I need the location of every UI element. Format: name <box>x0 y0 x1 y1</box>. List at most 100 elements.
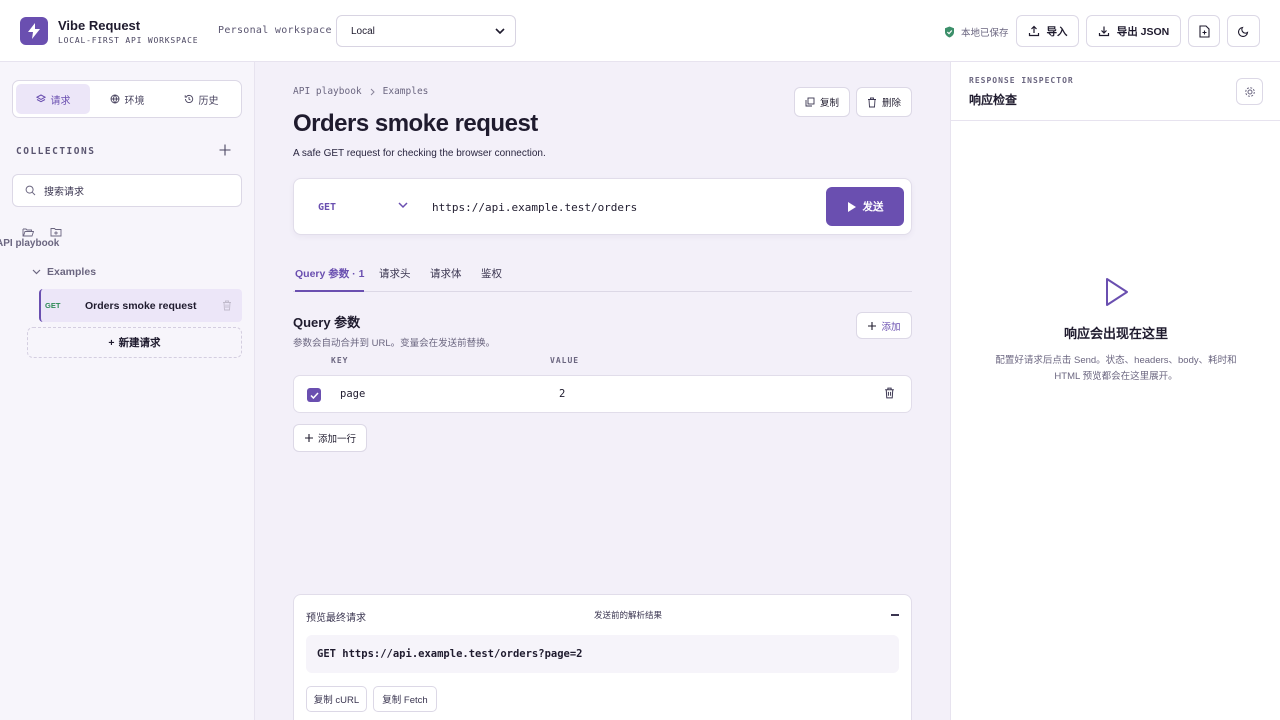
tab-environments[interactable]: 环境 <box>90 84 164 114</box>
trash-icon[interactable] <box>222 300 232 311</box>
chevron-down-icon[interactable] <box>398 202 408 209</box>
trash-icon <box>867 97 876 107</box>
copy-curl-button[interactable]: 复制 cURL <box>306 686 367 712</box>
shield-check-icon <box>945 26 954 38</box>
folder-plus-icon[interactable] <box>50 227 62 237</box>
preview-code: GET https://api.example.test/orders?page… <box>306 635 899 673</box>
column-header-value: VALUE <box>550 356 580 365</box>
folder-label: Examples <box>47 266 97 278</box>
duplicate-button[interactable]: 复制 <box>794 87 850 117</box>
preview-title: 预览最终请求 <box>306 613 366 624</box>
param-value-input[interactable]: 2 <box>559 388 565 400</box>
duplicate-label: 复制 <box>819 98 839 109</box>
collection-name[interactable]: API playbook <box>0 238 59 249</box>
empty-state-description: 配置好请求后点击 Send。状态、headers、body、耗时和 HTML 预… <box>995 355 1237 382</box>
url-input[interactable]: https://api.example.test/orders <box>432 201 637 214</box>
tab-requests-label: 请求 <box>50 95 71 107</box>
breadcrumb: API playbook Examples <box>293 86 428 97</box>
breadcrumb-collection[interactable]: API playbook <box>293 86 362 97</box>
tab-environments-label: 环境 <box>124 95 145 107</box>
copy-icon <box>805 97 815 107</box>
globe-icon <box>110 94 119 104</box>
search-placeholder: 搜索请求 <box>44 187 84 198</box>
param-key-input[interactable]: page <box>340 388 365 400</box>
request-tabs: Query 参数 · 1 请求头 请求体 鉴权 <box>293 260 912 292</box>
request-editor: API playbook Examples 复制 删除 Orders smoke… <box>255 62 950 720</box>
delete-button[interactable]: 删除 <box>856 87 912 117</box>
delete-label: 删除 <box>881 98 901 109</box>
collections-title: COLLECTIONS <box>16 146 96 157</box>
section-description: 参数会自动合并到 URL。变量会在发送前替换。 <box>293 338 496 349</box>
import-button[interactable]: 导入 <box>1016 15 1079 47</box>
brand-subtitle: LOCAL-FIRST API WORKSPACE <box>58 36 199 45</box>
play-outline-icon <box>1106 278 1128 306</box>
history-icon <box>184 94 193 104</box>
add-param-label: 添加 <box>881 321 901 333</box>
copy-fetch-button[interactable]: 复制 Fetch <box>373 686 437 712</box>
collapse-icon[interactable] <box>891 614 899 616</box>
send-button[interactable]: 发送 <box>826 187 904 226</box>
section-title: Query 参数 <box>293 315 361 330</box>
workspace-label: Personal workspace <box>218 25 332 36</box>
new-request-button[interactable]: + 新建请求 <box>27 327 242 358</box>
check-icon <box>309 391 319 399</box>
app-header: Vibe Request LOCAL-FIRST API WORKSPACE P… <box>0 0 1280 62</box>
method-select[interactable]: GET <box>318 202 336 213</box>
search-icon <box>25 185 36 196</box>
add-row-label: 添加一行 <box>317 434 356 445</box>
param-enabled-checkbox[interactable] <box>307 388 321 402</box>
tab-headers[interactable]: 请求头 <box>379 266 411 292</box>
new-file-button[interactable] <box>1188 15 1220 47</box>
export-label: 导出 JSON <box>1116 25 1170 38</box>
tab-history-label: 历史 <box>198 95 219 107</box>
theme-toggle-button[interactable] <box>1227 15 1260 47</box>
tab-query-params[interactable]: Query 参数 · 1 <box>295 266 365 292</box>
add-param-button[interactable]: 添加 <box>856 312 912 339</box>
inspector-title: 响应检查 <box>969 93 1018 107</box>
workspace-select[interactable]: Local <box>336 15 516 47</box>
tab-body[interactable]: 请求体 <box>430 266 462 292</box>
breadcrumb-folder[interactable]: Examples <box>383 86 429 97</box>
inspector-header: RESPONSE INSPECTOR 响应检查 <box>951 62 1280 121</box>
bolt-logo-icon <box>20 17 48 45</box>
plus-icon <box>304 434 313 442</box>
column-header-key: KEY <box>331 356 349 365</box>
saved-status-text: 本地已保存 <box>961 28 1009 39</box>
page-title[interactable]: Orders smoke request <box>293 110 538 138</box>
new-request-label: 新建请求 <box>118 337 161 349</box>
request-name: Orders smoke request <box>85 299 197 312</box>
tab-history[interactable]: 历史 <box>164 84 238 114</box>
collection-actions <box>22 227 62 237</box>
inspector-eyebrow: RESPONSE INSPECTOR <box>969 76 1074 85</box>
tab-auth[interactable]: 鉴权 <box>481 266 502 292</box>
plus-icon <box>868 321 877 330</box>
inspector-settings-button[interactable] <box>1236 78 1263 105</box>
export-json-button[interactable]: 导出 JSON <box>1086 15 1181 47</box>
request-preview-panel: 预览最终请求 发送前的解析结果 GET https://api.example.… <box>293 594 912 720</box>
add-row-button[interactable]: 添加一行 <box>293 424 367 452</box>
folder-examples[interactable]: Examples <box>32 266 96 278</box>
add-collection-button[interactable] <box>218 143 232 157</box>
folder-open-icon[interactable] <box>22 227 34 237</box>
import-label: 导入 <box>1046 25 1068 38</box>
play-icon <box>847 201 856 212</box>
send-label: 发送 <box>862 201 884 213</box>
chevron-down-icon <box>32 269 41 275</box>
empty-state-title: 响应会出现在这里 <box>1063 326 1168 341</box>
chevron-right-icon <box>370 88 375 95</box>
saved-status: 本地已保存 <box>944 25 1009 39</box>
gear-icon <box>1244 86 1255 97</box>
tab-requests[interactable]: 请求 <box>16 84 90 114</box>
layers-icon <box>35 94 46 103</box>
page-description[interactable]: A safe GET request for checking the brow… <box>293 148 546 159</box>
plus-icon: + <box>108 336 115 349</box>
upload-icon <box>1028 25 1039 37</box>
url-bar: GET https://api.example.test/orders 发送 <box>293 178 912 235</box>
workspace-value: Local <box>351 25 375 37</box>
param-row: page 2 <box>293 375 912 413</box>
sidebar-request-item[interactable]: GET Orders smoke request <box>39 289 242 322</box>
brand-title: Vibe Request <box>58 18 141 33</box>
search-input[interactable]: 搜索请求 <box>12 174 242 207</box>
sidebar-tabs: 请求 环境 历史 <box>12 80 242 118</box>
trash-icon[interactable] <box>884 387 895 399</box>
